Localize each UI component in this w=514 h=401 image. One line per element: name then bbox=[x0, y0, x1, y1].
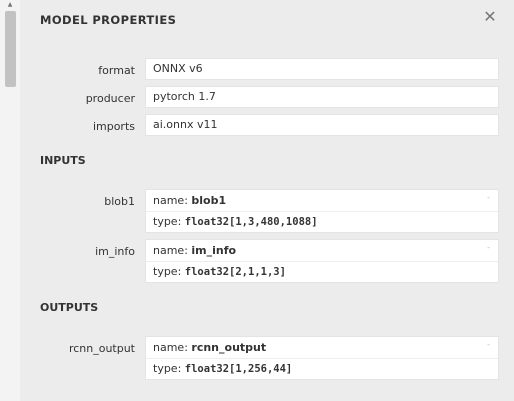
outputs-section-title: OUTPUTS bbox=[40, 301, 99, 314]
expand-icon[interactable]: - bbox=[487, 193, 490, 202]
expand-icon[interactable]: - bbox=[487, 243, 490, 252]
argument-divider bbox=[146, 211, 498, 212]
vertical-scrollbar[interactable]: ▲ bbox=[0, 0, 20, 401]
inputs-section-title: INPUTS bbox=[40, 154, 86, 167]
panel-title: MODEL PROPERTIES bbox=[40, 13, 177, 27]
argument-label: im_info bbox=[95, 245, 135, 258]
argument-divider bbox=[146, 261, 498, 262]
argument-box[interactable]: name: rcnn_output - type: float32[1,256,… bbox=[145, 336, 499, 380]
scroll-up-arrow-icon[interactable]: ▲ bbox=[0, 0, 20, 10]
argument-divider bbox=[146, 358, 498, 359]
panel-header: MODEL PROPERTIES ✕ bbox=[20, 0, 514, 40]
argument-label: rcnn_output bbox=[68, 342, 135, 355]
argument-label: blob1 bbox=[104, 195, 135, 208]
property-label: format bbox=[98, 64, 135, 77]
argument-name: name: rcnn_output bbox=[153, 341, 267, 354]
argument-box[interactable]: name: im_info - type: float32[2,1,1,3] bbox=[145, 239, 499, 283]
property-label: imports bbox=[92, 120, 135, 133]
argument-type: type: float32[1,3,480,1088] bbox=[153, 215, 318, 228]
argument-type: type: float32[2,1,1,3] bbox=[153, 265, 286, 278]
argument-name: name: im_info bbox=[153, 244, 237, 257]
argument-box[interactable]: name: blob1 - type: float32[1,3,480,1088… bbox=[145, 189, 499, 233]
model-properties-panel: MODEL PROPERTIES ✕ format ONNX v6 produc… bbox=[20, 0, 514, 401]
property-value: ai.onnx v11 bbox=[145, 114, 499, 136]
property-value: pytorch 1.7 bbox=[145, 86, 499, 108]
expand-icon[interactable]: - bbox=[487, 340, 490, 349]
argument-type: type: float32[1,256,44] bbox=[153, 362, 293, 375]
property-label: producer bbox=[85, 92, 135, 105]
property-value: ONNX v6 bbox=[145, 58, 499, 80]
scroll-thumb[interactable] bbox=[5, 11, 16, 87]
close-icon[interactable]: ✕ bbox=[482, 9, 498, 25]
argument-name: name: blob1 bbox=[153, 194, 227, 207]
